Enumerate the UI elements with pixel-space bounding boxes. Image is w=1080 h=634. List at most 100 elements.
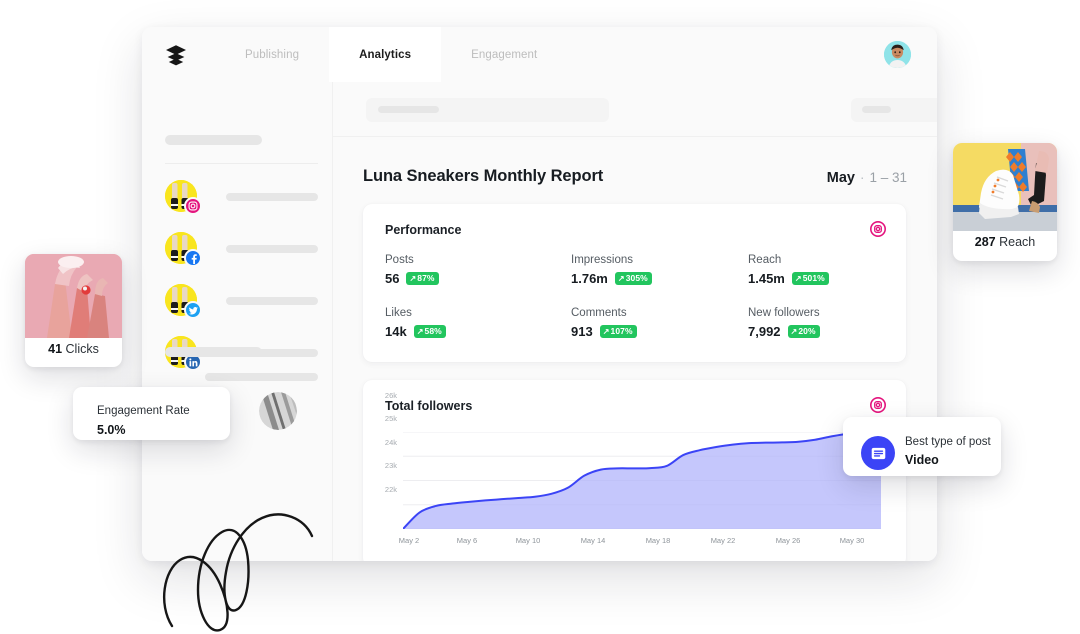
reach-photo-card[interactable]: 287 Reach	[953, 143, 1057, 261]
y-tick-label: 24k	[384, 438, 397, 447]
sidebar-footer-placeholder	[165, 347, 262, 357]
stat-value: 913	[571, 324, 593, 339]
status-badge: ↗ 20%	[787, 325, 820, 338]
stat-label: Likes	[385, 307, 412, 319]
content-toolbar	[333, 82, 937, 137]
app-topbar: Publishing Analytics Engagement	[142, 27, 937, 82]
best-post-type-card[interactable]: Best type of post Video	[843, 417, 1001, 476]
twitter-icon	[184, 301, 202, 319]
x-tick-label: May 10	[515, 536, 541, 545]
stat-label: Comments	[571, 307, 627, 319]
stat-reach: Reach 1.45m ↗ 501%	[748, 254, 829, 286]
user-avatar[interactable]	[884, 41, 911, 68]
stat-change: 87%	[417, 272, 435, 283]
instagram-icon	[870, 221, 886, 237]
status-badge: ↗ 305%	[614, 272, 652, 285]
arrow-up-icon: ↗	[602, 326, 610, 336]
tab-publishing[interactable]: Publishing	[215, 27, 329, 82]
screenshot-stage: Publishing Analytics Engagement Luna Sne…	[0, 0, 1080, 634]
reach-caption: 287 Reach	[953, 235, 1057, 249]
content-area: Luna Sneakers Monthly Report May · 1 – 31 …	[333, 82, 937, 561]
arrow-up-icon: ↗	[790, 326, 798, 336]
instagram-icon	[870, 397, 886, 413]
status-badge: ↗ 58%	[413, 325, 446, 338]
tab-engagement[interactable]: Engagement	[441, 27, 567, 82]
search-text-placeholder	[378, 106, 439, 113]
report-date-range[interactable]: May · 1 – 31	[827, 170, 907, 186]
stat-posts: Posts 56 ↗ 87%	[385, 254, 439, 286]
stat-value: 7,992	[748, 324, 781, 339]
x-tick-label: May 14	[580, 536, 606, 545]
clicks-caption: 41 Clicks	[25, 342, 122, 356]
buffer-logo-icon[interactable]	[164, 43, 188, 67]
clicks-photo-card[interactable]: 41 Clicks	[25, 254, 122, 367]
engagement-rate-value: 5.0%	[97, 423, 126, 437]
clicks-value: 41	[48, 342, 63, 356]
stat-change: 20%	[798, 325, 816, 336]
x-tick-label: May 26	[775, 536, 801, 545]
status-badge: ↗ 107%	[599, 325, 637, 338]
best-post-value: Video	[905, 453, 939, 467]
stat-value: 56	[385, 271, 400, 286]
sidebar-item-facebook-account[interactable]	[165, 232, 318, 267]
engagement-rate-label: Engagement Rate	[97, 405, 190, 417]
stat-label: Reach	[748, 254, 782, 266]
stat-likes: Likes 14k ↗ 58%	[385, 307, 446, 339]
y-tick-label: 23k	[384, 461, 397, 470]
stat-comments: Comments 913 ↗ 107%	[571, 307, 637, 339]
sidebar-divider	[165, 163, 318, 164]
date-separator: ·	[859, 170, 865, 185]
performance-card: Performance Posts 56 ↗ 87% Impressions 1…	[363, 204, 906, 362]
x-tick-label: May 22	[710, 536, 736, 545]
stat-change: 58%	[424, 325, 442, 336]
reach-label: Reach	[999, 235, 1036, 249]
y-tick-label: 25k	[384, 414, 397, 423]
stat-change: 107%	[610, 325, 633, 336]
tab-analytics[interactable]: Analytics	[329, 27, 442, 82]
status-badge: ↗ 501%	[791, 272, 829, 285]
sneaker-heel-yellow-photo	[953, 143, 1057, 231]
instagram-icon	[184, 197, 202, 215]
engagement-rate-card[interactable]: Engagement Rate 5.0%	[73, 387, 230, 440]
filter-text-placeholder	[862, 106, 891, 113]
facebook-icon	[184, 249, 202, 267]
stat-new-followers: New followers 7,992 ↗ 20%	[748, 307, 820, 339]
arrow-up-icon: ↗	[409, 273, 417, 283]
stat-value: 1.76m	[571, 271, 608, 286]
post-list-icon	[861, 436, 895, 470]
stat-label: Posts	[385, 254, 414, 266]
main-tabs: Publishing Analytics Engagement	[215, 27, 567, 82]
sidebar-item-label-placeholder	[226, 297, 318, 305]
report-header: Luna Sneakers Monthly Report May · 1 – 31	[363, 167, 907, 193]
arrow-up-icon: ↗	[416, 326, 424, 336]
total-followers-card: Total followers 22k 23k 24k 25k 26k May …	[363, 380, 906, 561]
arrow-up-icon: ↗	[794, 273, 802, 283]
status-badge: ↗ 87%	[406, 272, 439, 285]
texture-thumbnail	[259, 392, 297, 430]
stat-value: 1.45m	[748, 271, 785, 286]
followers-card-title: Total followers	[385, 399, 473, 413]
x-tick-label: May 6	[456, 536, 478, 545]
sidebar-item-twitter-account[interactable]	[165, 284, 318, 319]
sidebar-footer-placeholder-2	[205, 373, 318, 381]
stat-change: 305%	[625, 272, 648, 283]
page-title: Luna Sneakers Monthly Report	[363, 167, 604, 185]
stat-label: Impressions	[571, 254, 633, 266]
stat-change: 501%	[802, 272, 825, 283]
best-post-label: Best type of post	[905, 436, 991, 448]
performance-card-title: Performance	[385, 223, 462, 237]
sidebar-title-placeholder	[165, 135, 262, 145]
y-tick-label: 22k	[384, 485, 397, 494]
report-day-range: 1 – 31	[869, 170, 907, 185]
x-tick-label: May 18	[645, 536, 671, 545]
x-tick-label: May 2	[398, 536, 420, 545]
sneaker-legs-pink-photo	[25, 254, 122, 338]
reach-value: 287	[974, 235, 996, 249]
sidebar-item-label-placeholder	[226, 193, 318, 201]
sidebar-item-instagram-account[interactable]	[165, 180, 318, 215]
stat-value: 14k	[385, 324, 407, 339]
stat-label: New followers	[748, 307, 820, 319]
clicks-label: Clicks	[65, 342, 99, 356]
stat-impressions: Impressions 1.76m ↗ 305%	[571, 254, 652, 286]
sidebar-item-label-placeholder	[226, 245, 318, 253]
